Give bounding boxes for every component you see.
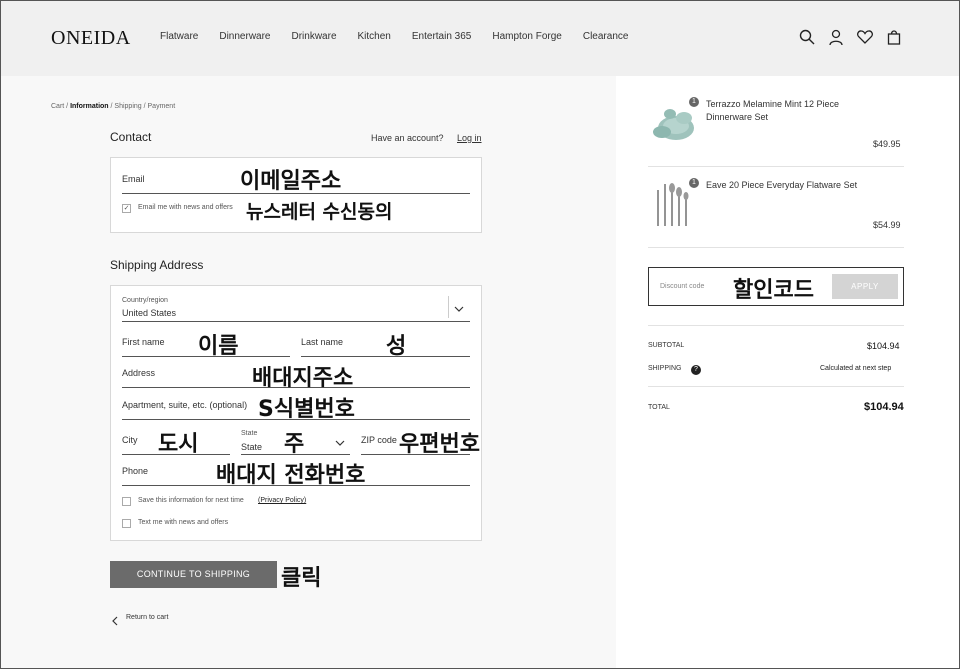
- state-chevron-down-icon[interactable]: [334, 435, 346, 453]
- country-divider: [448, 296, 449, 318]
- item-1-qty-badge: 1: [689, 97, 699, 107]
- country-label: Country/region: [122, 297, 168, 304]
- account-icon[interactable]: [827, 28, 845, 46]
- email-label: Email: [122, 174, 145, 184]
- shipping-value: Calculated at next step: [820, 365, 892, 372]
- total-label: TOTAL: [648, 404, 670, 411]
- nav-clearance[interactable]: Clearance: [583, 31, 629, 42]
- bag-icon[interactable]: [885, 28, 903, 46]
- chevron-left-icon[interactable]: [111, 613, 119, 631]
- text-me-label: Text me with news and offers: [138, 519, 229, 526]
- divider: [648, 247, 904, 248]
- breadcrumb-information: Information: [70, 103, 109, 110]
- phone-annotation: 배대지 전화번호: [216, 463, 366, 488]
- save-info-checkbox[interactable]: [122, 497, 131, 506]
- nav-flatware[interactable]: Flatware: [160, 31, 198, 42]
- chevron-down-icon[interactable]: [453, 301, 465, 319]
- total-value: $104.94: [864, 401, 904, 413]
- nav-entertain-365[interactable]: Entertain 365: [412, 31, 472, 42]
- state-select[interactable]: [241, 454, 350, 455]
- shipping-label: SHIPPING: [648, 365, 682, 372]
- zip-label: ZIP code: [361, 435, 397, 445]
- email-annotation: 이메일주소: [240, 169, 342, 194]
- item-2-name: Eave 20 Piece Everyday Flatware Set: [706, 180, 858, 190]
- nav-kitchen[interactable]: Kitchen: [358, 31, 391, 42]
- news-annotation: 뉴스레터 수신동의: [246, 201, 393, 223]
- order-summary-panel: [616, 76, 959, 668]
- flatware-thumbnail[interactable]: [652, 180, 692, 233]
- dinnerware-thumbnail[interactable]: [650, 104, 696, 149]
- save-info-label: Save this information for next time: [138, 497, 244, 504]
- main-nav: Flatware Dinnerware Drinkware Kitchen En…: [160, 31, 649, 42]
- country-select[interactable]: [122, 321, 470, 322]
- header-icons: [798, 28, 903, 46]
- nav-drinkware[interactable]: Drinkware: [292, 31, 337, 42]
- country-value[interactable]: United States: [122, 308, 176, 318]
- wishlist-icon[interactable]: [856, 28, 874, 46]
- zip-annotation: 우편번호: [399, 432, 480, 457]
- address-annotation: 배대지주소: [252, 366, 354, 391]
- city-label: City: [122, 435, 138, 445]
- breadcrumb: Cart / Information / Shipping / Payment: [51, 103, 176, 110]
- search-icon[interactable]: [798, 28, 816, 46]
- breadcrumb-shipping: Shipping: [114, 103, 142, 110]
- first-name-label: First name: [122, 337, 165, 347]
- return-to-cart-link[interactable]: Return to cart: [126, 614, 168, 621]
- item-1-price: $49.95: [873, 139, 901, 149]
- breadcrumb-payment: Payment: [147, 103, 176, 110]
- divider: [648, 166, 904, 167]
- item-2-qty-badge: 1: [689, 178, 699, 188]
- shipping-address-title: Shipping Address: [110, 258, 204, 272]
- item-1-name: Terrazzo Melamine Mint 12 Piece Dinnerwa…: [706, 99, 840, 122]
- text-me-checkbox[interactable]: [122, 519, 131, 528]
- login-link[interactable]: Log in: [457, 133, 482, 143]
- phone-label: Phone: [122, 466, 149, 476]
- address-label: Address: [122, 368, 156, 378]
- discount-code-input[interactable]: Discount code: [660, 283, 704, 290]
- contact-title: Contact: [110, 130, 152, 144]
- state-value[interactable]: State: [241, 442, 262, 452]
- continue-to-shipping-button[interactable]: CONTINUE TO SHIPPING: [110, 561, 277, 588]
- city-annotation: 도시: [158, 432, 199, 457]
- last-name-label: Last name: [301, 337, 344, 347]
- breadcrumb-cart[interactable]: Cart: [51, 103, 64, 110]
- oneida-logo[interactable]: ONEIDA: [51, 27, 131, 50]
- nav-dinnerware[interactable]: Dinnerware: [219, 31, 270, 42]
- divider: [648, 386, 904, 387]
- discount-annotation: 할인코드: [733, 278, 814, 303]
- subtotal-value: $104.94: [867, 341, 900, 351]
- news-checkbox[interactable]: ✓: [122, 204, 131, 213]
- divider: [648, 325, 904, 326]
- last-name-annotation: 성: [386, 334, 407, 359]
- apply-button[interactable]: APPLY: [832, 274, 898, 299]
- click-annotation: 클릭: [281, 566, 322, 591]
- news-checkbox-label: Email me with news and offers: [138, 204, 233, 211]
- first-name-annotation: 이름: [198, 334, 239, 359]
- apartment-label: Apartment, suite, etc. (optional): [122, 400, 248, 410]
- nav-hampton-forge[interactable]: Hampton Forge: [492, 31, 561, 42]
- apartment-annotation: S식별번호: [258, 397, 355, 422]
- help-icon[interactable]: ?: [691, 365, 701, 375]
- subtotal-label: SUBTOTAL: [648, 342, 685, 349]
- privacy-policy-link[interactable]: (Privacy Policy): [258, 497, 306, 504]
- state-label: State: [241, 430, 258, 437]
- have-account-text: Have an account?: [371, 133, 444, 143]
- item-2-price: $54.99: [873, 220, 901, 230]
